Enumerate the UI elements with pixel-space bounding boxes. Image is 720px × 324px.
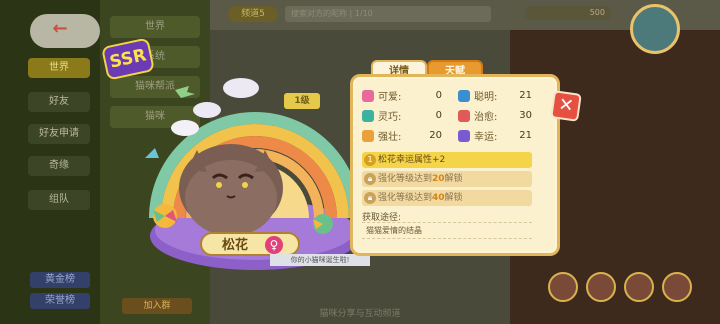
stat-cute: 可爱: 0 [362,88,442,103]
stat-luck: 幸运: 21 [458,128,532,143]
stats-grid: 可爱: 0 聪明: 21 灵巧: 0 治愈: 30 强壮: 20 幸运: 21 [362,88,532,144]
cloud-icon [223,78,259,98]
search-input[interactable]: 搜索对方的昵称 | 1/10 [285,6,491,22]
rank-honor-button[interactable]: 荣誉榜 [30,293,90,309]
pinwheel-icon [313,214,333,234]
perk-locked: 强化等级达到40解锁 [362,190,532,206]
clover-icon [458,129,470,142]
cat-thumb[interactable] [548,272,578,302]
stat-heal: 治愈: 30 [458,108,532,123]
chat-hint: 猫咪分享与互动频道 [319,309,401,319]
cloud-icon [193,102,221,118]
plane-icon [175,86,195,98]
sidebar-item-world[interactable]: 世界 [28,58,90,78]
heart-icon [362,89,374,102]
cat-thumb[interactable] [662,272,692,302]
perk-locked: 强化等级达到20解锁 [362,171,532,187]
sidebar-item-friend-requests[interactable]: 好友申请 [28,124,90,144]
cap-icon [458,89,470,102]
stat-smart: 聪明: 21 [458,88,532,103]
close-button[interactable]: ✕ [550,90,582,122]
cat-thumb[interactable] [624,272,654,302]
cat-name-text: 松花 [222,238,249,253]
star-icon [145,148,159,158]
pinwheel-icon [153,204,177,228]
sidebar-item-team[interactable]: 组队 [28,190,90,210]
sidebar-item-friends[interactable]: 好友 [28,92,90,112]
rank-gold-button[interactable]: 黄金榜 [30,272,90,288]
sidebar-item-encounter[interactable]: 奇缘 [28,156,90,176]
arm-icon [362,129,374,142]
back-arrow-icon[interactable]: ← [48,20,72,38]
perk-active: 松花幸运属性+2 [362,152,532,168]
player-avatar[interactable] [630,4,680,54]
obtain-value: 猫猫爱情的结晶 [366,226,422,235]
cloud-icon [171,120,199,136]
coin-counter: 500 [525,6,611,20]
divider [362,238,532,239]
cat-thumb[interactable] [586,272,616,302]
stat-strong: 强壮: 20 [362,128,442,143]
channel-selector[interactable]: 频道5 [228,6,278,22]
lock-icon: 🔒︎ [364,173,376,185]
cat-name: 松花 [200,232,300,256]
female-icon: ♀ [265,236,283,254]
perk-number-badge: 1 [364,154,376,166]
cat-level-badge: 1级 [284,93,320,109]
tab-world[interactable]: 世界 [110,16,200,38]
lock-icon: 🔒︎ [364,192,376,204]
cross-icon [458,109,470,122]
add-group-button[interactable]: 加入群 [122,298,192,314]
leaf-icon [362,109,374,122]
stat-agile: 灵巧: 0 [362,108,442,123]
divider [362,222,532,223]
birth-note: 你的小猫咪诞生啦! [270,254,370,266]
